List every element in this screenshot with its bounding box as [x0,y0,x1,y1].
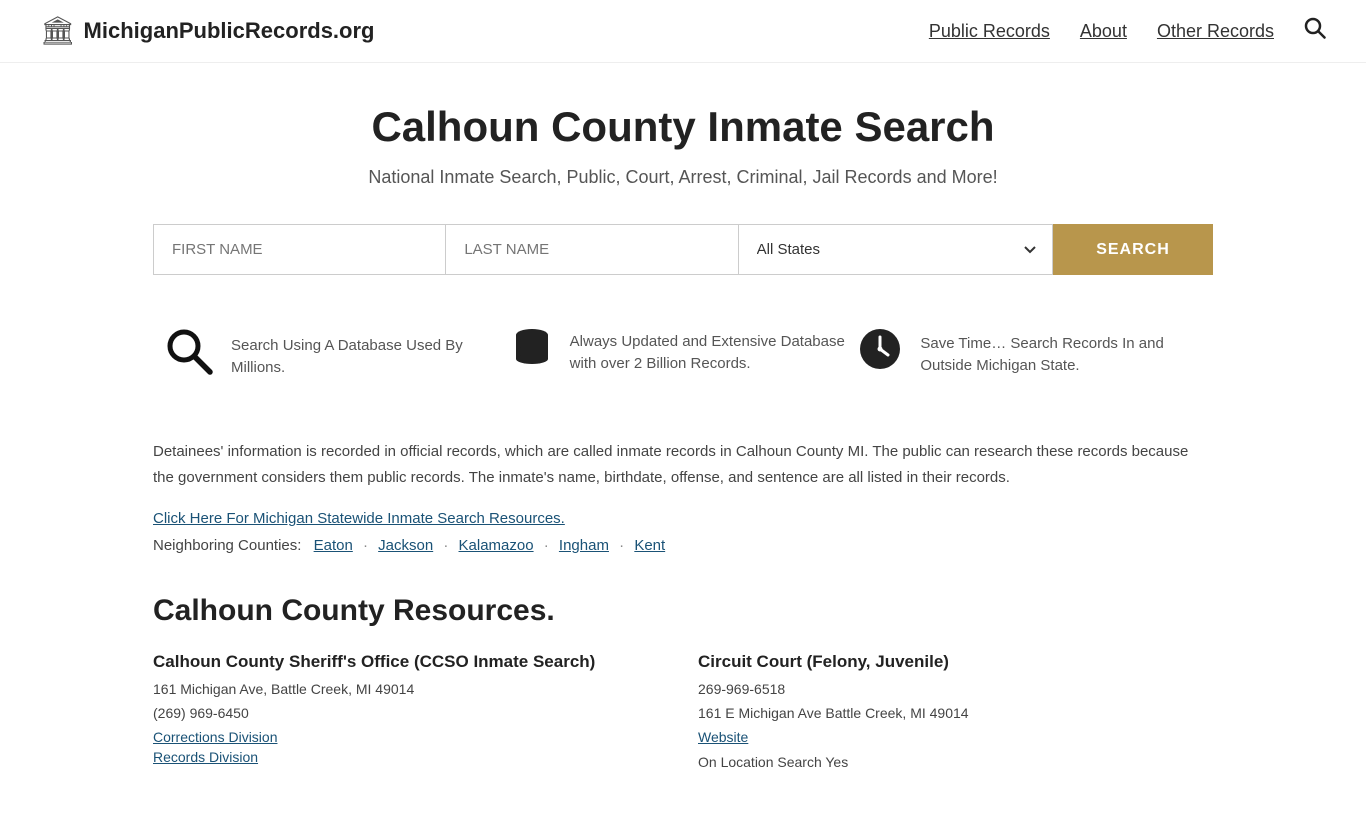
nav-other-records[interactable]: Other Records [1157,21,1274,42]
building-icon: 🏛 [40,14,76,48]
search-form: All StatesAlabamaAlaskaArizonaArkansasCa… [153,224,1213,275]
dot2: · [443,537,448,554]
resources-grid: Calhoun County Sheriff's Office (CCSO In… [153,652,1213,775]
resource-circuit-extra: On Location Search Yes [698,751,1213,773]
site-header: 🏛 MichiganPublicRecords.org Public Recor… [0,0,1366,63]
feature-time-text: Save Time… Search Records In and Outside… [920,333,1203,378]
circuit-website-link[interactable]: Website [698,729,748,745]
feature-database-text: Always Updated and Extensive Database wi… [570,331,857,376]
feature-search-text: Search Using A Database Used By Millions… [231,335,510,380]
nav-about[interactable]: About [1080,21,1127,42]
dot3: · [544,537,549,554]
resource-sheriffs-office: Calhoun County Sheriff's Office (CCSO In… [153,652,668,775]
resource-sheriffs-phone: (269) 969-6450 [153,702,668,724]
resource-sheriffs-address: 161 Michigan Ave, Battle Creek, MI 49014 [153,678,668,700]
page-subtitle: National Inmate Search, Public, Court, A… [153,167,1213,188]
resource-circuit-phone: 269-969-6518 [698,678,1213,700]
page-title: Calhoun County Inmate Search [153,103,1213,151]
neighboring-label: Neighboring Counties: [153,537,301,554]
resource-circuit-title: Circuit Court (Felony, Juvenile) [698,652,1213,672]
dot1: · [363,537,368,554]
resources-title: Calhoun County Resources. [153,594,1213,628]
search-button[interactable]: SEARCH [1053,224,1213,275]
last-name-input[interactable] [445,224,737,275]
clock-icon [856,325,904,385]
state-select[interactable]: All StatesAlabamaAlaskaArizonaArkansasCa… [738,224,1053,275]
county-ingham[interactable]: Ingham [559,537,609,554]
county-jackson[interactable]: Jackson [378,537,433,554]
logo-text: MichiganPublicRecords.org [84,18,375,44]
database-icon [510,325,554,381]
main-content: Calhoun County Inmate Search National In… [133,63,1233,835]
search-magnify-icon [163,325,215,389]
feature-time: Save Time… Search Records In and Outside… [856,325,1203,385]
resource-sheriffs-title: Calhoun County Sheriff's Office (CCSO In… [153,652,668,672]
statewide-link[interactable]: Click Here For Michigan Statewide Inmate… [153,510,565,527]
nav-search-icon[interactable] [1304,17,1326,45]
neighboring-counties: Neighboring Counties: Eaton · Jackson · … [153,537,1213,554]
resource-circuit-address: 161 E Michigan Ave Battle Creek, MI 4901… [698,702,1213,724]
county-kalamazoo[interactable]: Kalamazoo [459,537,534,554]
main-nav: Public Records About Other Records [929,17,1326,45]
nav-public-records[interactable]: Public Records [929,21,1050,42]
resource-circuit-court: Circuit Court (Felony, Juvenile) 269-969… [698,652,1213,775]
feature-database: Always Updated and Extensive Database wi… [510,325,857,381]
dot4: · [619,537,624,554]
feature-search: Search Using A Database Used By Millions… [163,325,510,389]
first-name-input[interactable] [153,224,445,275]
records-division-link[interactable]: Records Division [153,749,258,765]
description-text: Detainees' information is recorded in of… [153,439,1213,490]
county-kent[interactable]: Kent [634,537,665,554]
site-logo[interactable]: 🏛 MichiganPublicRecords.org [40,14,374,48]
features-row: Search Using A Database Used By Millions… [153,325,1213,389]
county-eaton[interactable]: Eaton [314,537,353,554]
corrections-division-link[interactable]: Corrections Division [153,729,277,745]
